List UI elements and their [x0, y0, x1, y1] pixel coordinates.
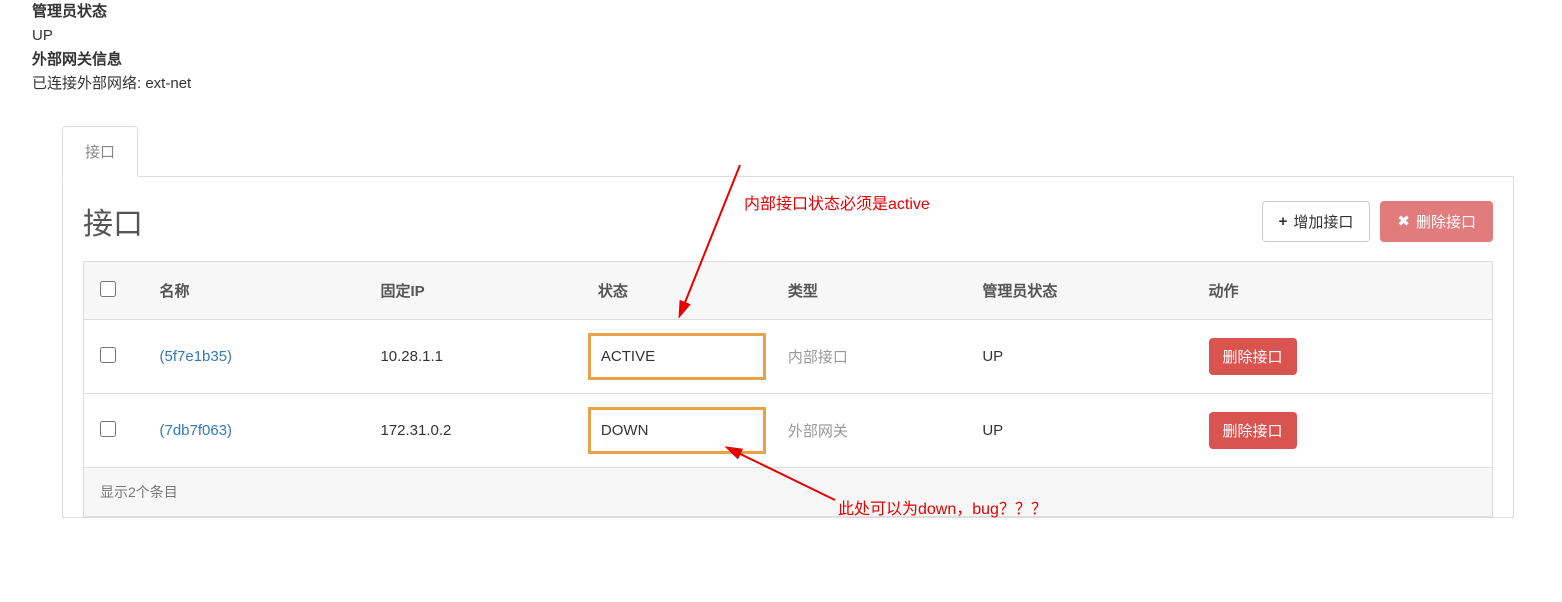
header-admin-status: 管理员状态 [966, 262, 1192, 320]
add-interface-label: 增加接口 [1293, 211, 1353, 232]
admin-status-label: 管理员状态 [32, 0, 1562, 24]
header-type: 类型 [772, 262, 966, 320]
type-cell: 内部接口 [772, 320, 966, 394]
plus-icon: + [1279, 213, 1288, 230]
table-row: (5f7e1b35) 10.28.1.1 ACTIVE 内部接口 UP 删除接口 [84, 320, 1493, 394]
header-action: 动作 [1193, 262, 1493, 320]
row-delete-label: 删除接口 [1223, 349, 1283, 366]
status-value: ACTIVE [601, 348, 655, 365]
table-footer: 显示2个条目 [84, 468, 1493, 517]
type-cell: 外部网关 [772, 394, 966, 468]
ext-network-value: ext-net [145, 75, 191, 92]
tab-interfaces[interactable]: 接口 [62, 126, 138, 177]
row-delete-button[interactable]: 删除接口 [1209, 338, 1297, 375]
row-delete-button[interactable]: 删除接口 [1209, 412, 1297, 449]
table-row: (7db7f063) 172.31.0.2 DOWN 外部网关 UP 删除接口 [84, 394, 1493, 468]
router-detail-info: 管理员状态 UP 外部网关信息 已连接外部网络: ext-net [0, 0, 1562, 96]
interface-name-link[interactable]: (7db7f063) [160, 422, 233, 439]
fixed-ip-cell: 172.31.0.2 [364, 394, 581, 468]
ext-network-prefix: 已连接外部网络: [32, 75, 145, 92]
row-checkbox[interactable] [100, 421, 116, 437]
header-status: 状态 [582, 262, 772, 320]
ext-network-line: 已连接外部网络: ext-net [32, 72, 1562, 96]
admin-status-value: UP [32, 24, 1562, 48]
interfaces-table: 名称 固定IP 状态 类型 管理员状态 动作 (5f7e1b35) 10.28.… [83, 261, 1493, 517]
fixed-ip-cell: 10.28.1.1 [364, 320, 581, 394]
status-highlight: ACTIVE [588, 333, 766, 380]
interface-name-link[interactable]: (5f7e1b35) [160, 348, 233, 365]
interfaces-panel: 接口 + 增加接口 ✖ 删除接口 [62, 177, 1514, 518]
admin-status-cell: UP [966, 394, 1192, 468]
add-interface-button[interactable]: + 增加接口 [1262, 201, 1371, 242]
delete-interfaces-label: 删除接口 [1416, 211, 1476, 232]
status-highlight: DOWN [588, 407, 766, 454]
status-value: DOWN [601, 422, 649, 439]
tab-bar: 接口 [62, 126, 1514, 177]
header-name: 名称 [144, 262, 365, 320]
panel-title: 接口 [83, 199, 143, 243]
header-checkbox-cell [84, 262, 144, 320]
row-checkbox[interactable] [100, 347, 116, 363]
tab-label: 接口 [85, 144, 115, 161]
close-icon: ✖ [1397, 212, 1410, 230]
ext-gateway-label: 外部网关信息 [32, 48, 1562, 72]
admin-status-cell: UP [966, 320, 1192, 394]
delete-interfaces-button[interactable]: ✖ 删除接口 [1380, 201, 1493, 242]
table-header-row: 名称 固定IP 状态 类型 管理员状态 动作 [84, 262, 1493, 320]
header-fixed-ip: 固定IP [364, 262, 581, 320]
select-all-checkbox[interactable] [100, 281, 116, 297]
row-delete-label: 删除接口 [1223, 423, 1283, 440]
